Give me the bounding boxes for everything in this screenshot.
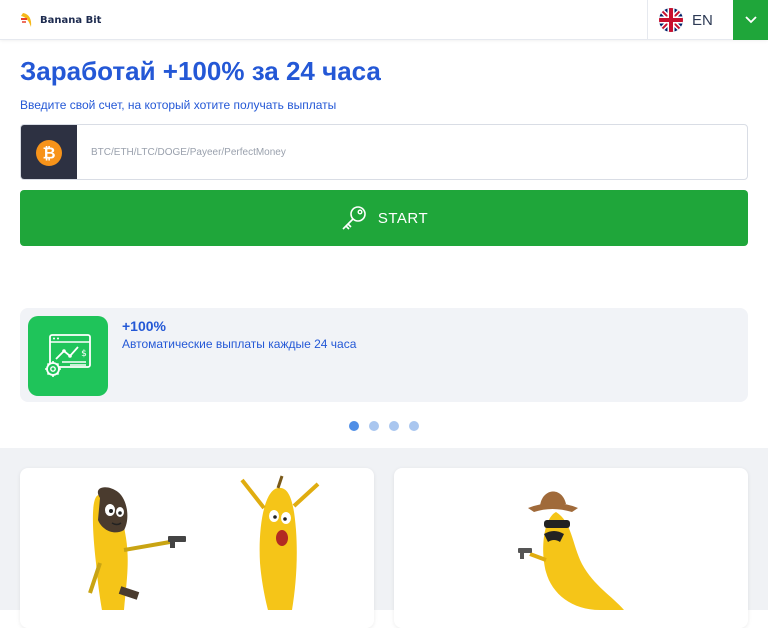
slider-pagination (349, 421, 419, 431)
wallet-icon-box: ₿ (21, 125, 77, 179)
language-label: EN (692, 11, 713, 29)
page-subtitle: Введите свой счет, на который хотите пол… (20, 98, 337, 112)
svg-text:$: $ (81, 349, 87, 359)
slider-dot-2[interactable] (369, 421, 379, 431)
banana-detective-illustration (518, 491, 624, 610)
language-dropdown-toggle[interactable] (733, 0, 768, 40)
top-bar: Banana Bit EN (0, 0, 768, 40)
feature-text: Автоматические выплаты каждые 24 часа (122, 337, 357, 351)
banana-robber-illustration (88, 475, 320, 610)
slider-dot-1[interactable] (349, 421, 359, 431)
svg-text:₿: ₿ (42, 144, 55, 163)
feature-icon-box: $ (28, 316, 108, 396)
logo[interactable]: Banana Bit (20, 11, 101, 29)
page-title: Заработай +100% за 24 часа (20, 56, 381, 86)
feature-heading: +100% (122, 318, 166, 334)
wallet-field: ₿ (20, 124, 748, 180)
start-button[interactable]: START (20, 190, 748, 246)
key-icon (342, 206, 366, 230)
wallet-input[interactable] (91, 125, 731, 179)
browser-chart-gear-icon: $ (45, 334, 91, 377)
slider-dot-4[interactable] (409, 421, 419, 431)
uk-flag-icon (659, 8, 683, 32)
language-selector[interactable]: EN (647, 0, 733, 40)
promo-card-left (20, 468, 374, 628)
start-button-label: START (377, 209, 429, 227)
bitcoin-icon: ₿ (36, 140, 62, 166)
banana-logo-icon (21, 13, 32, 27)
slider-dot-3[interactable] (389, 421, 399, 431)
logo-text: Banana Bit (40, 14, 102, 26)
feature-slide: $ +100% Автоматические выплаты каждые 24… (20, 308, 748, 402)
chevron-down-icon (744, 16, 757, 24)
promo-card-right (394, 468, 748, 628)
